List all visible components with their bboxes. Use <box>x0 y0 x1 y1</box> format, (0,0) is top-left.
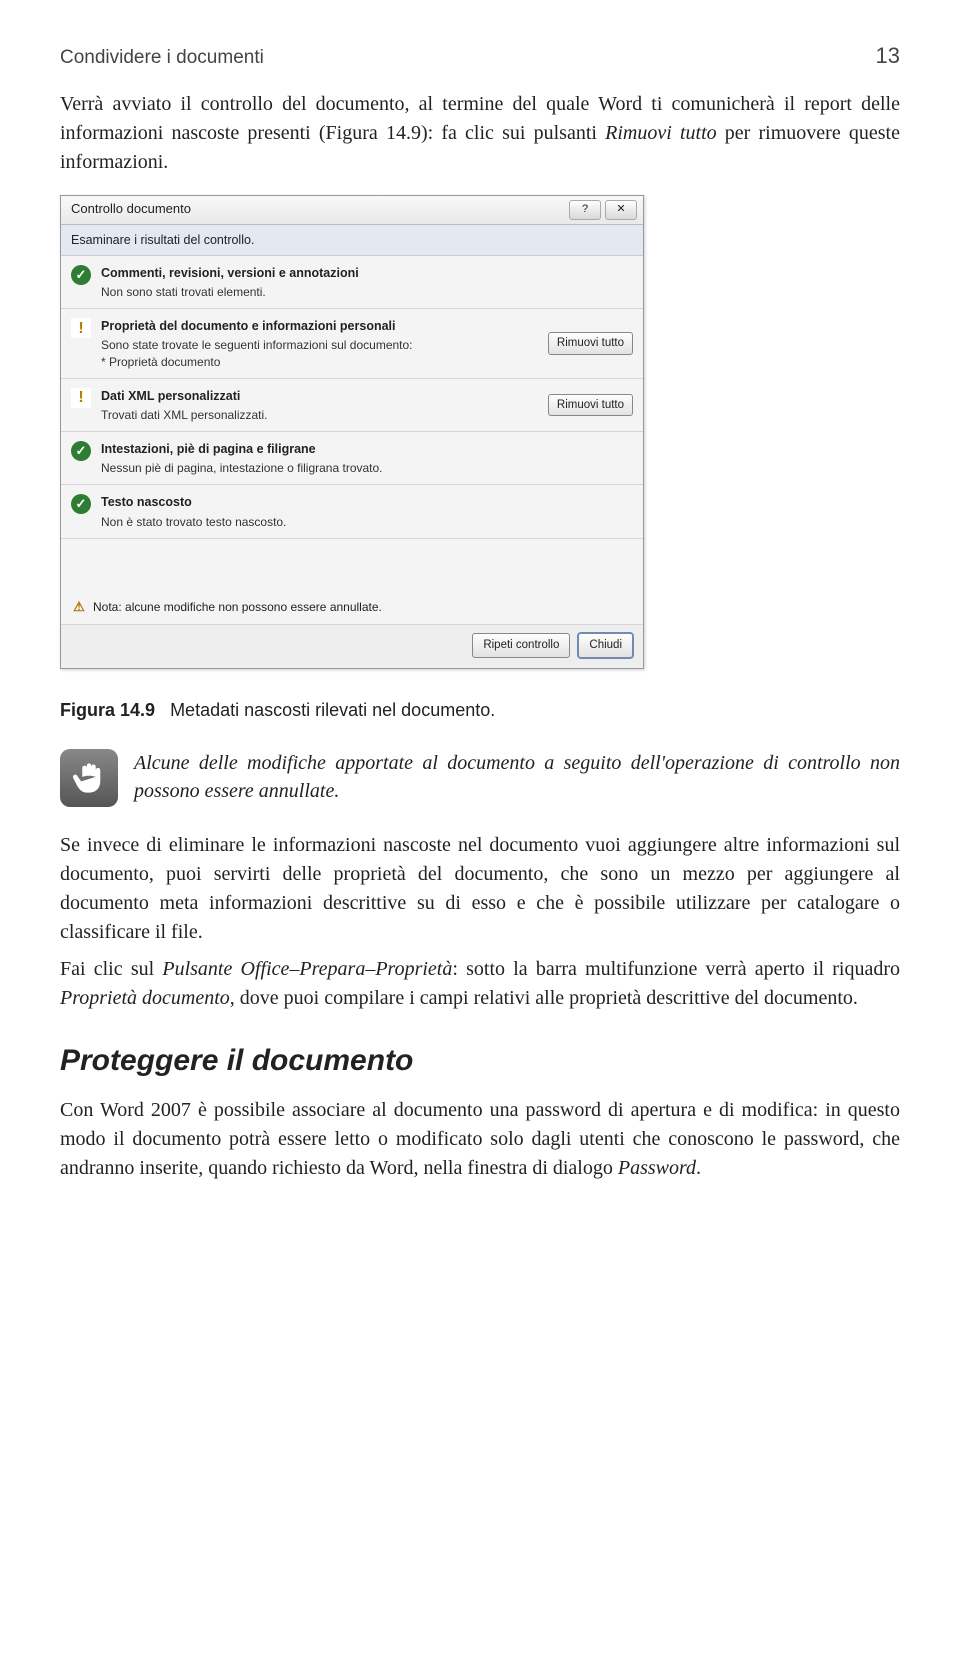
check-icon: ✓ <box>71 494 91 514</box>
result-item: ✓ Intestazioni, piè di pagina e filigran… <box>61 432 643 485</box>
item-desc: Non è stato trovato testo nascosto. <box>101 514 633 530</box>
help-button[interactable]: ? <box>569 200 601 220</box>
result-item: ! Dati XML personalizzati Trovati dati X… <box>61 379 643 432</box>
body-paragraph: Fai clic sul Pulsante Office–Prepara–Pro… <box>60 955 900 1013</box>
item-desc: Nessun piè di pagina, intestazione o fil… <box>101 460 633 476</box>
check-icon: ✓ <box>71 441 91 461</box>
body-paragraph: Se invece di eliminare le informazioni n… <box>60 831 900 947</box>
close-button[interactable]: ✕ <box>605 200 637 220</box>
check-icon: ✓ <box>71 265 91 285</box>
figure-caption: Figura 14.9 Metadati nascosti rilevati n… <box>60 697 900 723</box>
warn-icon: ! <box>71 388 91 408</box>
dialog-controllo-documento: Controllo documento ? ✕ Esaminare i risu… <box>60 195 644 669</box>
callout-text: Alcune delle modifiche apportate al docu… <box>134 749 900 806</box>
item-desc: Non sono stati trovati elementi. <box>101 284 633 300</box>
item-desc: Trovati dati XML personalizzati. <box>101 407 538 423</box>
inline-italic: Rimuovi tutto <box>605 122 717 144</box>
ripeti-controllo-button[interactable]: Ripeti controllo <box>472 633 570 658</box>
running-header: Condividere i documenti 13 <box>60 40 900 72</box>
item-title: Dati XML personalizzati <box>101 387 538 405</box>
result-item: ! Proprietà del documento e informazioni… <box>61 309 643 379</box>
item-title: Proprietà del documento e informazioni p… <box>101 317 538 335</box>
dialog-footer: Ripeti controllo Chiudi <box>61 624 643 668</box>
item-title: Testo nascosto <box>101 493 633 511</box>
result-item: ✓ Testo nascosto Non è stato trovato tes… <box>61 485 643 538</box>
item-desc: Sono state trovate le seguenti informazi… <box>101 337 538 369</box>
dialog-titlebar: Controllo documento ? ✕ <box>61 196 643 225</box>
dialog-subheader: Esaminare i risultati del controllo. <box>61 225 643 256</box>
body-paragraph: Con Word 2007 è possibile associare al d… <box>60 1096 900 1183</box>
running-title: Condividere i documenti <box>60 44 264 72</box>
rimuovi-tutto-button[interactable]: Rimuovi tutto <box>548 394 633 417</box>
intro-paragraph: Verrà avviato il controllo del documento… <box>60 90 900 177</box>
dialog-note: ⚠ Nota: alcune modifiche non possono ess… <box>61 539 643 624</box>
section-heading: Proteggere il documento <box>60 1039 900 1083</box>
chiudi-button[interactable]: Chiudi <box>578 633 633 658</box>
warning-icon: ⚠ <box>71 599 87 615</box>
result-item: ✓ Commenti, revisioni, versioni e annota… <box>61 256 643 309</box>
warn-icon: ! <box>71 318 91 338</box>
hand-stop-icon <box>60 749 118 807</box>
note-text: Nota: alcune modifiche non possono esser… <box>93 599 382 616</box>
page-number: 13 <box>876 40 900 72</box>
caption-text: Metadati nascosti rilevati nel documento… <box>170 700 495 720</box>
dialog-title: Controllo documento <box>71 200 191 219</box>
caption-label: Figura 14.9 <box>60 700 155 720</box>
rimuovi-tutto-button[interactable]: Rimuovi tutto <box>548 332 633 355</box>
callout-warning: Alcune delle modifiche apportate al docu… <box>60 749 900 807</box>
item-title: Intestazioni, piè di pagina e filigrane <box>101 440 633 458</box>
item-title: Commenti, revisioni, versioni e annotazi… <box>101 264 633 282</box>
